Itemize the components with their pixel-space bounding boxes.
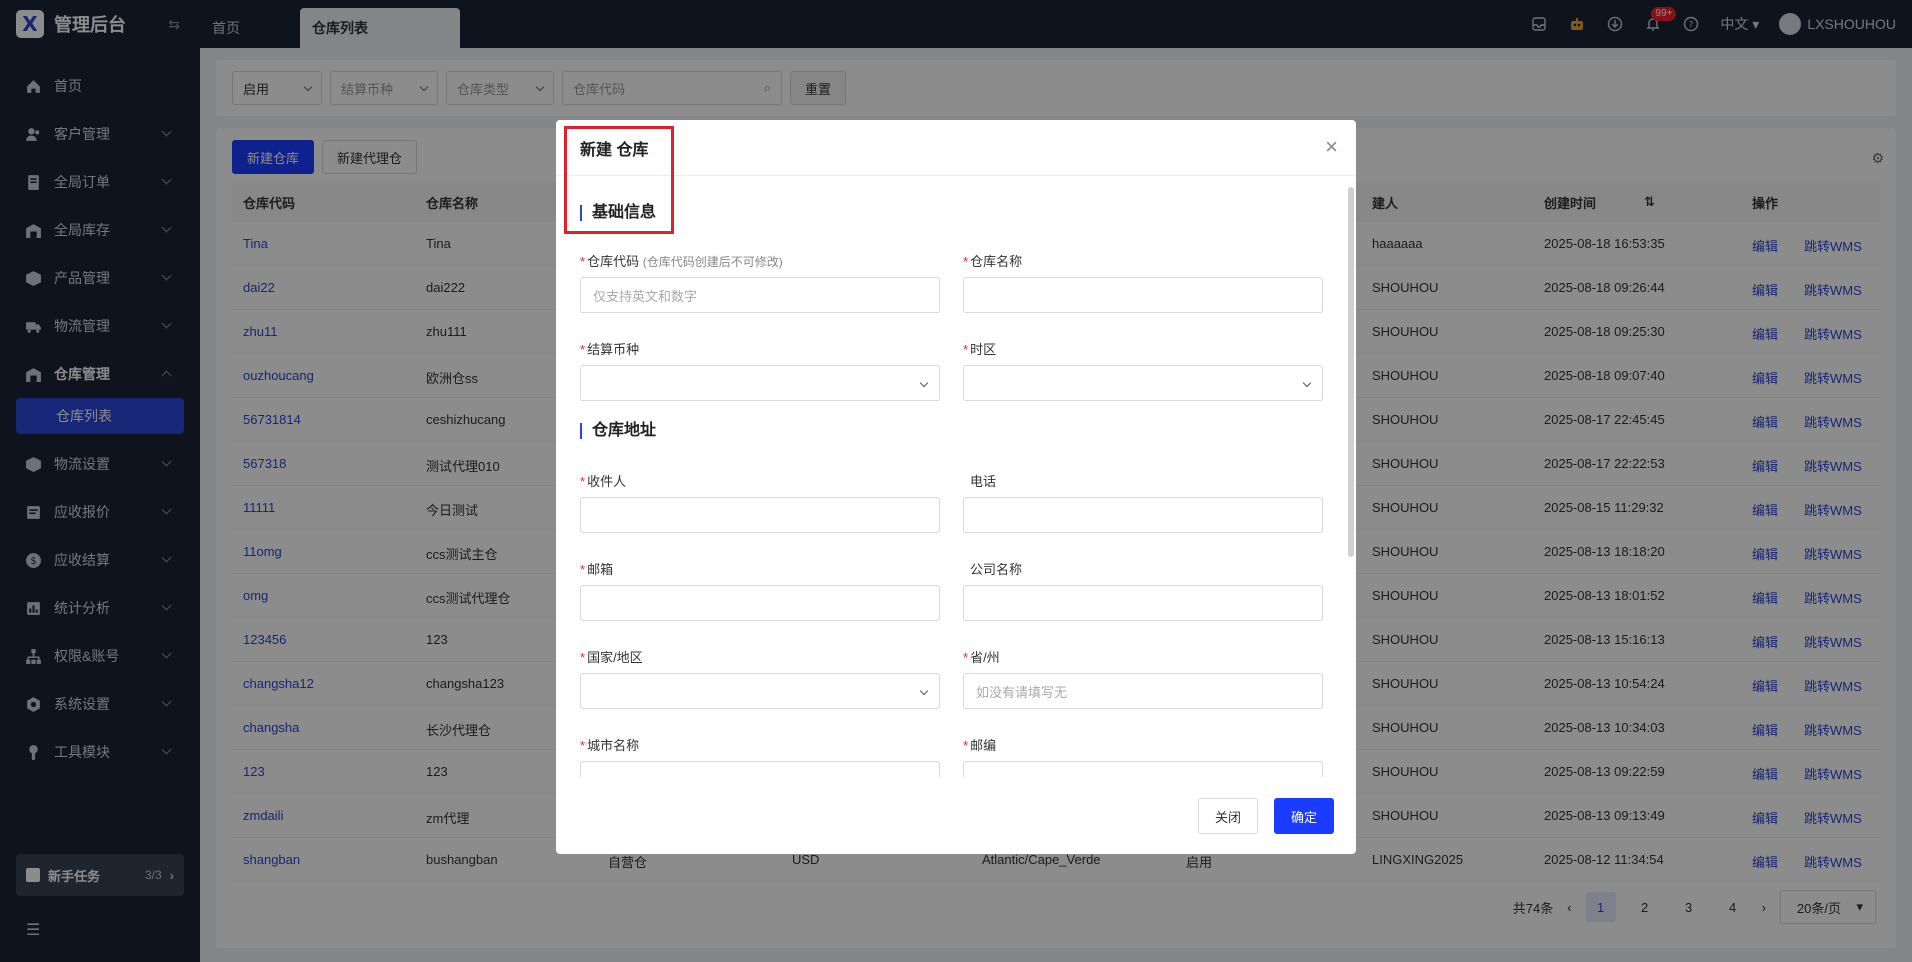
- name-label-text: 仓库名称: [970, 254, 1023, 269]
- dialog-title: 新建 仓库: [556, 120, 1356, 176]
- zip-label: * 邮编: [963, 738, 997, 753]
- zip-input[interactable]: [963, 761, 1323, 777]
- timezone-label: * 时区: [963, 342, 997, 357]
- chevron-down-icon: [919, 378, 929, 388]
- company-label: 公司名称: [970, 559, 1022, 578]
- code-input[interactable]: 仅支持英文和数字: [580, 277, 940, 313]
- chevron-down-icon: [1302, 378, 1312, 388]
- timezone-select-field[interactable]: [963, 365, 1323, 401]
- currency-label-text: 结算币种: [587, 342, 640, 357]
- recipient-label-text: 收件人: [587, 474, 627, 489]
- email-label: * 邮箱: [580, 562, 614, 577]
- province-label-text: 省/州: [970, 650, 1000, 665]
- name-input[interactable]: [963, 277, 1323, 313]
- code-hint: (仓库代码创建后不可修改): [642, 255, 783, 269]
- city-label-text: 城市名称: [587, 738, 640, 753]
- chevron-down-icon: [919, 686, 929, 696]
- phone-label: 电话: [970, 471, 996, 490]
- new-warehouse-dialog: 新建 仓库 × 基础信息 * 仓库代码 (仓库代码创建后不可修改) 仅支持英文和数…: [556, 120, 1356, 854]
- province-placeholder: 如没有请填写无: [976, 684, 1068, 700]
- email-input[interactable]: [580, 585, 940, 621]
- company-input[interactable]: [963, 585, 1323, 621]
- code-label: * 仓库代码 (仓库代码创建后不可修改): [580, 254, 783, 269]
- city-input[interactable]: [580, 761, 940, 777]
- code-input-placeholder: 仅支持英文和数字: [593, 288, 698, 304]
- dialog-footer: 关闭 确定: [1197, 798, 1334, 834]
- company-label-text: 公司名称: [970, 562, 1023, 577]
- close-icon[interactable]: ×: [1325, 136, 1338, 158]
- country-label-text: 国家/地区: [587, 650, 643, 665]
- section-address: 仓库地址: [580, 423, 656, 439]
- currency-select-field[interactable]: [580, 365, 940, 401]
- name-label: * 仓库名称: [963, 254, 1023, 269]
- email-label-text: 邮箱: [587, 562, 614, 577]
- recipient-input[interactable]: [580, 497, 940, 533]
- scrollbar-thumb[interactable]: [1348, 187, 1354, 557]
- timezone-label-text: 时区: [970, 342, 997, 357]
- recipient-label: * 收件人: [580, 474, 627, 489]
- province-input[interactable]: 如没有请填写无: [963, 673, 1323, 709]
- country-select-field[interactable]: [580, 673, 940, 709]
- country-label: * 国家/地区: [580, 650, 643, 665]
- dialog-body: 基础信息 * 仓库代码 (仓库代码创建后不可修改) 仅支持英文和数字 * 仓库名称 …: [556, 177, 1356, 777]
- phone-label-text: 电话: [970, 474, 997, 489]
- city-label: * 城市名称: [580, 738, 640, 753]
- province-label: * 省/州: [963, 650, 1000, 665]
- code-label-text: 仓库代码: [587, 254, 640, 269]
- dialog-scrollbar[interactable]: [1348, 183, 1354, 773]
- zip-label-text: 邮编: [970, 738, 997, 753]
- phone-input[interactable]: [963, 497, 1323, 533]
- confirm-button[interactable]: 确定: [1273, 798, 1334, 834]
- currency-label: * 结算币种: [580, 342, 640, 357]
- close-button[interactable]: 关闭: [1197, 798, 1258, 834]
- section-basic-info: 基础信息: [580, 205, 656, 221]
